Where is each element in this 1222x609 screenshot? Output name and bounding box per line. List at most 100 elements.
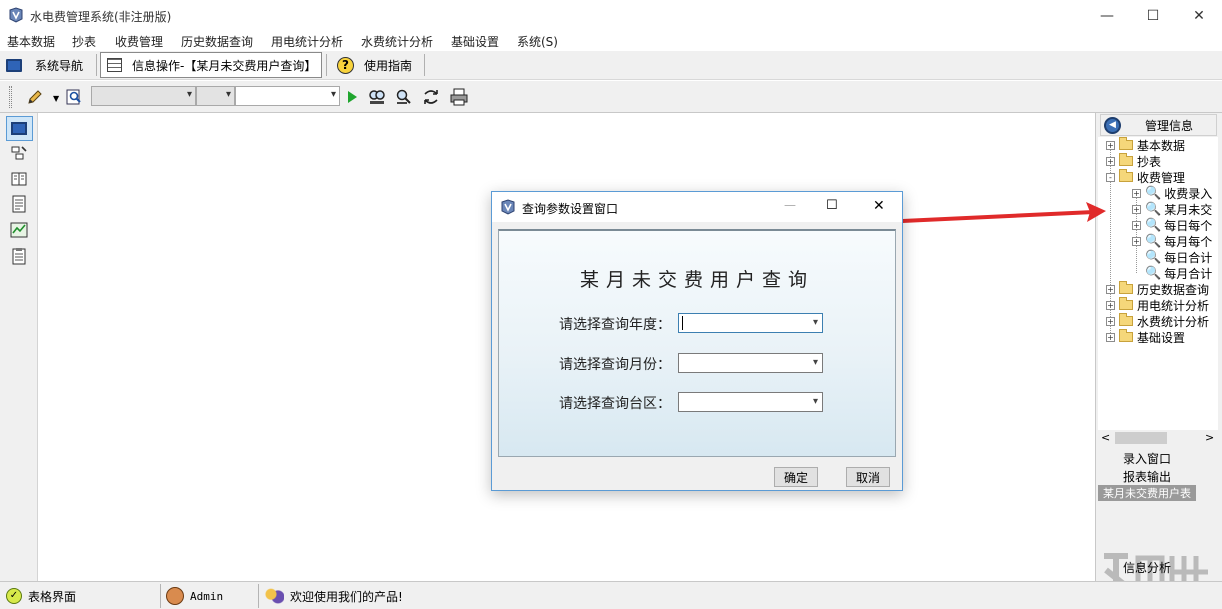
- menu-water-stats[interactable]: 水费统计分析: [361, 33, 433, 50]
- tab-system-nav[interactable]: 系统导航: [6, 52, 94, 78]
- toolbar-combo-2[interactable]: ▾: [196, 86, 235, 106]
- right-panel-header: ◀ 管理信息: [1100, 114, 1217, 136]
- area-select[interactable]: ▾: [678, 392, 823, 412]
- tree-item-monthly-total[interactable]: 🔍 每月合计: [1145, 265, 1212, 281]
- tree-item-water-stats[interactable]: + 水费统计分析: [1106, 313, 1209, 329]
- minimize-button[interactable]: —: [1084, 0, 1130, 31]
- expand-icon[interactable]: +: [1132, 204, 1141, 214]
- toolbar-combo-3[interactable]: ▾: [235, 86, 340, 106]
- document-icon[interactable]: [9, 194, 29, 214]
- query-icon: 🔍: [1145, 249, 1162, 265]
- chart-icon[interactable]: [9, 220, 29, 240]
- month-select[interactable]: ▾: [678, 353, 823, 373]
- book-icon[interactable]: [9, 169, 29, 189]
- tree-hscrollbar[interactable]: < >: [1098, 430, 1218, 446]
- expand-icon[interactable]: +: [1132, 236, 1141, 246]
- expand-icon[interactable]: +: [1106, 300, 1115, 310]
- scroll-left-icon[interactable]: <: [1101, 431, 1110, 444]
- grid-icon: [107, 58, 122, 72]
- expand-icon[interactable]: +: [1106, 284, 1115, 294]
- folder-icon: [1119, 281, 1133, 294]
- menu-meter-reading[interactable]: 抄表: [72, 33, 96, 50]
- tree-item-monthly-unpaid[interactable]: + 🔍 某月未交: [1132, 201, 1212, 217]
- tree-item-billing[interactable]: - 收费管理: [1106, 169, 1185, 185]
- menu-history-query[interactable]: 历史数据查询: [181, 33, 253, 50]
- collapse-icon[interactable]: -: [1106, 172, 1115, 182]
- maximize-button[interactable]: ☐: [1130, 0, 1176, 31]
- status-view: ✓ 表格界面: [6, 586, 76, 606]
- status-view-label: 表格界面: [28, 589, 77, 604]
- tree-item-basic-data[interactable]: + 基本数据: [1106, 137, 1185, 153]
- close-button[interactable]: ✕: [1176, 0, 1222, 31]
- year-select[interactable]: ▾: [678, 313, 823, 333]
- replace-icon[interactable]: [421, 87, 441, 107]
- panel-tab-unpaid-table[interactable]: 某月未交费用户表: [1098, 485, 1196, 501]
- expand-icon[interactable]: +: [1106, 316, 1115, 326]
- tree-item-daily-each[interactable]: + 🔍 每日每个: [1132, 217, 1212, 233]
- dialog-close-button[interactable]: ✕: [873, 198, 885, 214]
- find-icon[interactable]: [367, 87, 387, 107]
- status-separator: [160, 584, 161, 608]
- status-bar: ✓ 表格界面 Admin 欢迎使用我们的产品!: [0, 581, 1222, 609]
- menu-billing[interactable]: 收费管理: [115, 33, 163, 50]
- title-bar: 水电费管理系统(非注册版) — ☐ ✕: [0, 0, 1222, 31]
- tree-label: 水费统计分析: [1137, 314, 1210, 329]
- expand-icon[interactable]: +: [1106, 332, 1115, 342]
- tab-bar: 系统导航 信息操作-【某月未交费用户查询】 ? 使用指南: [0, 51, 1222, 80]
- tree-item-meter[interactable]: + 抄表: [1106, 153, 1161, 169]
- tab-separator: [424, 54, 425, 76]
- clipboard-icon[interactable]: [9, 246, 29, 266]
- status-user-label: Admin: [190, 589, 224, 603]
- panel-tab-report-output[interactable]: 报表输出: [1098, 468, 1196, 484]
- query-icon: 🔍: [1145, 201, 1162, 217]
- folder-icon: [1119, 297, 1133, 310]
- scroll-thumb[interactable]: [1115, 432, 1167, 444]
- print-icon[interactable]: [449, 87, 469, 107]
- expand-icon[interactable]: +: [1106, 140, 1115, 150]
- cancel-button[interactable]: 取消: [846, 467, 890, 487]
- tree-label: 抄表: [1137, 154, 1162, 169]
- find-next-icon[interactable]: [394, 87, 414, 107]
- preview-icon[interactable]: [64, 87, 84, 107]
- chevron-down-icon[interactable]: ▼: [53, 94, 59, 103]
- tab-user-guide[interactable]: ? 使用指南: [337, 52, 421, 78]
- menu-bar: 基本数据 抄表 收费管理 历史数据查询 用电统计分析 水费统计分析 基础设置 系…: [0, 31, 1222, 51]
- tree-item-base-settings[interactable]: + 基础设置: [1106, 329, 1185, 345]
- year-label: 请选择查询年度：: [559, 317, 671, 333]
- panel-tab-entry-window[interactable]: 录入窗口: [1098, 450, 1196, 466]
- toolbar-combo-1[interactable]: ▾: [91, 86, 196, 106]
- tree-item-billing-entry[interactable]: + 🔍 收费录入: [1132, 185, 1212, 201]
- tree-label: 基础设置: [1137, 330, 1186, 345]
- menu-power-stats[interactable]: 用电统计分析: [271, 33, 343, 50]
- tree-label: 每月合计: [1164, 266, 1213, 281]
- folder-icon: [1119, 329, 1133, 342]
- tree-item-power-stats[interactable]: + 用电统计分析: [1106, 297, 1209, 313]
- toolbar-grip: [9, 86, 12, 108]
- scroll-right-icon[interactable]: >: [1205, 431, 1214, 444]
- back-circle-icon[interactable]: ◀: [1104, 116, 1121, 134]
- dialog-maximize-button[interactable]: ☐: [826, 198, 838, 213]
- chevron-down-icon: ▾: [330, 89, 336, 100]
- expand-icon[interactable]: +: [1132, 188, 1141, 198]
- ok-button[interactable]: 确定: [774, 467, 818, 487]
- tools-icon[interactable]: [9, 143, 29, 163]
- menu-basic-data[interactable]: 基本数据: [7, 33, 55, 50]
- menu-system[interactable]: 系统(S): [517, 33, 558, 50]
- tab-separator: [96, 54, 97, 76]
- screen-icon[interactable]: [9, 118, 29, 138]
- tree-item-monthly-each[interactable]: + 🔍 每月每个: [1132, 233, 1212, 249]
- pencil-icon[interactable]: [25, 87, 45, 107]
- folder-icon: [1119, 169, 1133, 182]
- tree-label: 收费管理: [1137, 170, 1186, 185]
- tab-label: 系统导航: [35, 58, 84, 73]
- expand-icon[interactable]: +: [1106, 156, 1115, 166]
- expand-icon[interactable]: +: [1132, 220, 1141, 230]
- tab-info-operation[interactable]: 信息操作-【某月未交费用户查询】: [100, 52, 322, 78]
- tree-item-history[interactable]: + 历史数据查询: [1106, 281, 1209, 297]
- tree-item-daily-total[interactable]: 🔍 每日合计: [1145, 249, 1212, 265]
- menu-base-settings[interactable]: 基础设置: [451, 33, 499, 50]
- chevron-down-icon: ▾: [812, 317, 818, 328]
- monitor-icon: [6, 58, 22, 72]
- area-label: 请选择查询台区：: [559, 396, 671, 412]
- run-icon[interactable]: [342, 87, 362, 107]
